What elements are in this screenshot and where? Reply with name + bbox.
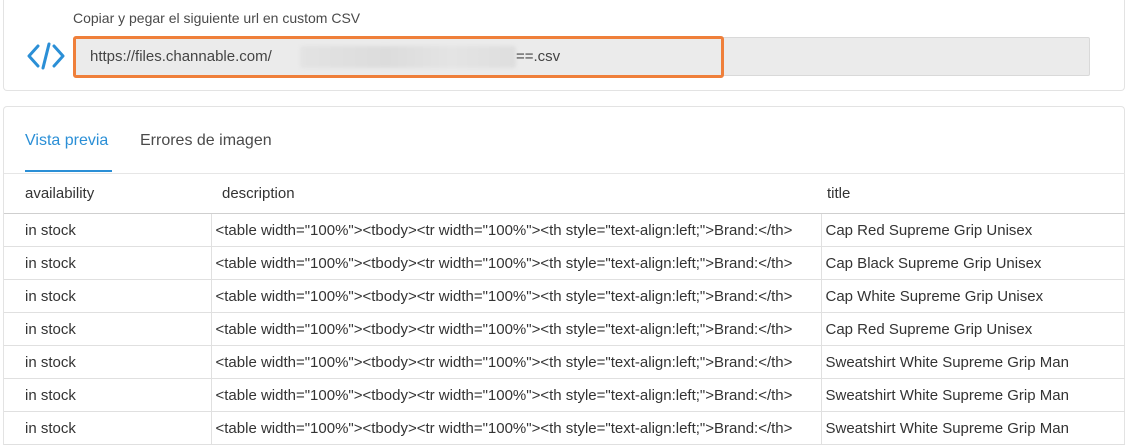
table-row: in stock <table width="100%"><tbody><tr … [4,411,1125,445]
table-row: in stock <table width="100%"><tbody><tr … [4,312,1125,346]
code-icon [27,42,65,70]
cell-availability: in stock [4,411,211,445]
column-header-availability[interactable]: availability [4,173,211,214]
cell-title: Cap White Supreme Grip Unisex [821,279,1125,313]
url-label: Copiar y pegar el siguiente url en custo… [73,10,361,26]
url-redacted-segment [300,46,516,68]
cell-availability: in stock [4,378,211,412]
column-header-description[interactable]: description [211,173,821,214]
cell-availability: in stock [4,246,211,280]
cell-description: <table width="100%"><tbody><tr width="10… [210,279,822,313]
cell-title: Cap Red Supreme Grip Unisex [821,312,1125,346]
cell-description: <table width="100%"><tbody><tr width="10… [210,213,822,247]
active-tab-indicator [25,170,112,172]
cell-availability: in stock [4,345,211,379]
cell-description: <table width="100%"><tbody><tr width="10… [210,345,822,379]
cell-description: <table width="100%"><tbody><tr width="10… [210,246,822,280]
tab-vista-previa[interactable]: Vista previa [25,132,108,150]
cell-availability: in stock [4,279,211,313]
tab-errores-de-imagen[interactable]: Errores de imagen [140,132,272,150]
cell-description: <table width="100%"><tbody><tr width="10… [210,378,822,412]
table-row: in stock <table width="100%"><tbody><tr … [4,246,1125,280]
cell-description: <table width="100%"><tbody><tr width="10… [210,312,822,346]
cell-availability: in stock [4,312,211,346]
url-suffix[interactable]: ==.csv [516,48,560,65]
table-row: in stock <table width="100%"><tbody><tr … [4,345,1125,379]
cell-title: Cap Red Supreme Grip Unisex [821,213,1125,247]
preview-panel: Vista previa Errores de imagen availabil… [3,106,1125,445]
tab-bar: Vista previa Errores de imagen [4,107,1124,173]
cell-title: Sweatshirt White Supreme Grip Man [821,378,1125,412]
cell-availability: in stock [4,213,211,247]
table-row: in stock <table width="100%"><tbody><tr … [4,279,1125,313]
table-header-row: availability description title [4,173,1125,214]
url-prefix[interactable]: https://files.channable.com/ [90,48,272,65]
table-row: in stock <table width="100%"><tbody><tr … [4,378,1125,412]
cell-description: <table width="100%"><tbody><tr width="10… [210,411,822,445]
cell-title: Cap Black Supreme Grip Unisex [821,246,1125,280]
url-section: Copiar y pegar el siguiente url en custo… [3,0,1125,91]
column-header-title[interactable]: title [821,173,1125,214]
cell-title: Sweatshirt White Supreme Grip Man [821,411,1125,445]
preview-table: availability description title in stock … [4,173,1125,445]
table-body: in stock <table width="100%"><tbody><tr … [4,213,1125,445]
cell-title: Sweatshirt White Supreme Grip Man [821,345,1125,379]
table-row: in stock <table width="100%"><tbody><tr … [4,213,1125,247]
